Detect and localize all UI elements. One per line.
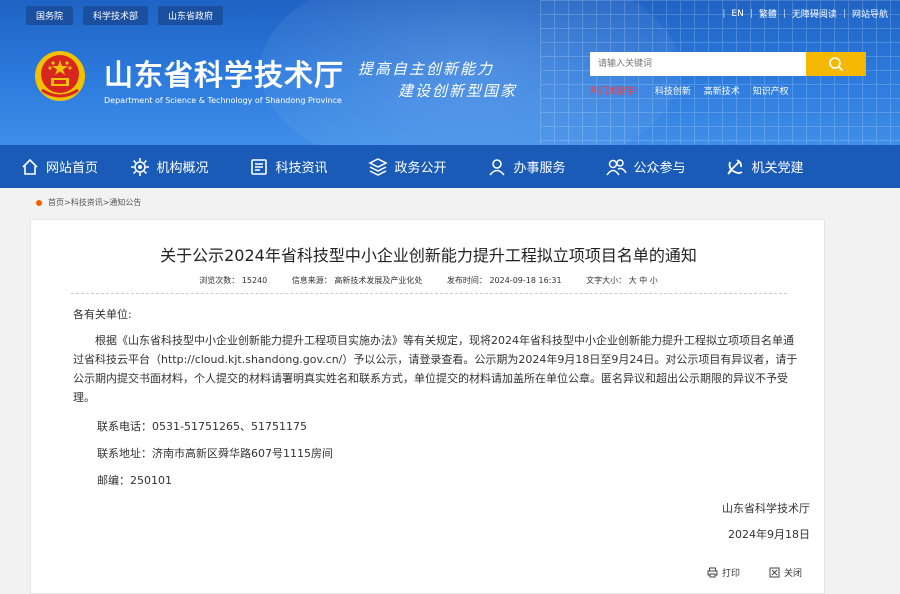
search-icon (829, 57, 844, 72)
top-link-most[interactable]: 科学技术部 (83, 6, 149, 25)
breadcrumb: 首页>科技资讯>通知公告 (36, 197, 141, 208)
nav-item-news[interactable]: 科技资讯 (229, 145, 348, 188)
english-link[interactable]: EN (731, 9, 743, 19)
view-count: 浏览次数： 15240 (199, 276, 268, 285)
hot-keyword-link[interactable]: 科技创新 (655, 87, 691, 97)
nav-label: 公众参与 (633, 161, 686, 176)
printer-icon (707, 567, 718, 578)
nav-label: 机关党建 (751, 161, 804, 176)
nav-label: 办事服务 (513, 161, 566, 176)
body-line: 公示期内提交书面材料，个人提交的材料请署明真实姓名和联系方式，单位提交的材料请加… (73, 372, 788, 385)
print-label: 打印 (722, 569, 741, 579)
nav-label: 网站首页 (45, 161, 98, 176)
top-link-shandong-gov[interactable]: 山东省政府 (158, 6, 224, 25)
nav-item-home[interactable]: 网站首页 (0, 145, 110, 188)
nav-item-public-participation[interactable]: 公众参与 (586, 145, 705, 188)
divider (71, 293, 787, 294)
nav-label: 机构概况 (156, 161, 209, 176)
hot-keywords: 热门关键字： 科技创新 高新技术 知识产权 (590, 84, 799, 97)
body-line: 根据《山东省科技型中小企业创新能力提升工程项目实施办法》等有关规定，现将2024… (73, 334, 794, 347)
site-subtitle: Department of Science & Technology of Sh… (104, 96, 342, 105)
article-body: 根据《山东省科技型中小企业创新能力提升工程项目实施办法》等有关规定，现将2024… (73, 331, 803, 407)
utility-separator: | (749, 8, 753, 19)
slogan-line2: 建设创新型国家 (398, 82, 518, 100)
party-emblem-icon (727, 158, 743, 175)
print-button[interactable]: 打印 (707, 566, 740, 579)
breadcrumb-dot-icon (36, 199, 42, 206)
utility-separator: | (842, 8, 846, 19)
body-line: 过省科技云平台（http://cloud.kjt.shandong.gov.cn… (73, 353, 798, 366)
people-icon (606, 158, 628, 175)
top-link-state-council[interactable]: 国务院 (26, 6, 74, 25)
top-links: 国务院 科学技术部 山东省政府 (26, 6, 224, 25)
font-size-control[interactable]: 文字大小： 大 中 小 (586, 276, 658, 285)
national-emblem-icon (35, 51, 85, 101)
utility-separator: | (782, 8, 786, 19)
site-map-link[interactable]: 网站导航 (852, 7, 888, 20)
nav-item-party-building[interactable]: 机关党建 (705, 145, 824, 188)
traditional-chinese-link[interactable]: 繁體 (759, 7, 777, 20)
search-box (590, 52, 866, 76)
utility-links: | EN | 繁體 | 无障碍阅读 | 网站导航 (716, 7, 888, 21)
nav-item-government-affairs[interactable]: 政务公开 (348, 145, 467, 188)
search-input[interactable] (590, 52, 806, 76)
search-button[interactable] (806, 52, 866, 76)
hot-keyword-link[interactable]: 知识产权 (753, 87, 789, 97)
close-label: 关闭 (784, 569, 803, 579)
postcode: 邮编：250101 (97, 474, 172, 487)
contact-address: 联系地址：济南市高新区舜华路607号1115房间 (97, 447, 333, 460)
slogan-line1: 提高自主创新能力 (358, 60, 495, 78)
layers-icon (368, 157, 389, 176)
site-header: 国务院 科学技术部 山东省政府 | EN | 繁體 | 无障碍阅读 | 网站导航… (0, 0, 900, 145)
body-line: 理。 (73, 391, 95, 404)
nav-item-organization[interactable]: 机构概况 (110, 145, 229, 188)
contact-phone: 联系电话：0531-51751265、51751175 (97, 420, 307, 433)
accessibility-link[interactable]: 无障碍阅读 (792, 7, 837, 20)
nav-label: 政务公开 (394, 161, 447, 176)
close-icon (769, 567, 780, 578)
nav-label: 科技资讯 (275, 161, 328, 176)
article-panel: 关于公示2024年省科技型中小企业创新能力提升工程拟立项项目名单的通知 浏览次数… (30, 219, 825, 594)
signer: 山东省科学技术厅 (722, 502, 810, 515)
user-icon (489, 158, 506, 176)
sign-date: 2024年9月18日 (728, 528, 810, 541)
home-icon (22, 158, 38, 175)
article-salutation: 各有关单位: (73, 308, 132, 321)
hot-keywords-label: 热门关键字： (590, 87, 645, 97)
nav-item-services[interactable]: 办事服务 (467, 145, 586, 188)
gear-icon (131, 157, 150, 176)
publish-date: 发布时间： 2024-09-18 16:31 (446, 276, 562, 285)
site-title: 山东省科学技术厅 (104, 58, 345, 92)
article-meta: 浏览次数： 15240 信息来源： 高新技术发展及产业化处 发布时间： 2024… (31, 275, 826, 286)
breadcrumb-text[interactable]: 首页>科技资讯>通知公告 (48, 197, 141, 208)
main-nav: 网站首页 机构概况 科技资讯 政务公开 办事服务 公众参与 机关党建 (0, 145, 900, 188)
utility-separator: | (722, 8, 726, 19)
close-button[interactable]: 关闭 (769, 566, 802, 579)
newspaper-icon (251, 158, 268, 175)
hot-keyword-link[interactable]: 高新技术 (704, 87, 740, 97)
article-title: 关于公示2024年省科技型中小企业创新能力提升工程拟立项项目名单的通知 (160, 246, 697, 265)
info-source: 信息来源： 高新技术发展及产业化处 (291, 276, 423, 285)
